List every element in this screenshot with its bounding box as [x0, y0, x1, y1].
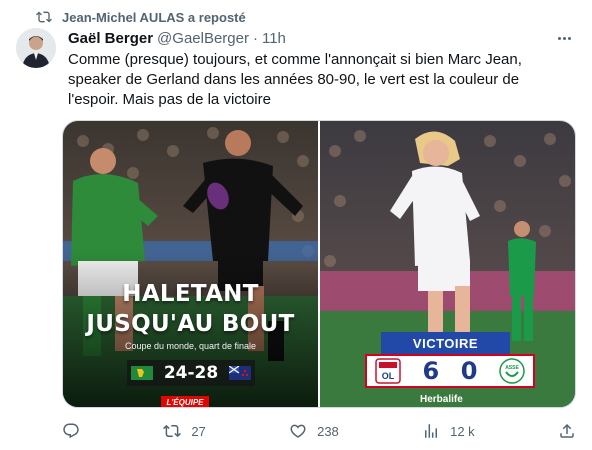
more-options-button[interactable] [554, 28, 574, 48]
timestamp[interactable]: 11h [262, 30, 286, 47]
tweet-text-line: Comme (presque) toujours, et comme l'ann… [68, 51, 522, 68]
more-dot-icon [562, 36, 566, 40]
share-icon [560, 423, 574, 438]
retweet-icon [163, 424, 182, 438]
more-dot-icon [567, 36, 571, 40]
score-box: 24-28 [127, 360, 255, 386]
tweet-actions: 27 238 12 k [62, 420, 576, 442]
result-box: OL 6 0 ASSE [365, 354, 535, 388]
media-image-rugby[interactable]: HALETANT JUSQU'AU BOUT Coupe du monde, q… [63, 121, 318, 407]
views-button[interactable]: 12 k [422, 422, 475, 440]
lequipe-logo: L'ÉQUIPE [161, 396, 209, 407]
ireland-flag-icon [131, 366, 153, 380]
asse-badge-text: ASSE [505, 365, 519, 371]
repost-context[interactable]: Jean-Michel AULAS a reposté [36, 8, 246, 26]
reply-button[interactable] [62, 422, 80, 440]
tweet-text: Comme (presque) toujours, et comme l'ann… [68, 50, 573, 110]
sponsor-text: Herbalife [420, 394, 463, 405]
match-subtitle: Coupe du monde, quart de finale [124, 341, 257, 351]
match-score: 24-28 [163, 363, 219, 383]
tweet-text-line: l'espoir. Mais pas de la victoire [68, 91, 271, 108]
victory-banner: VICTOIRE [381, 332, 510, 354]
separator-dot: · [252, 29, 258, 47]
share-button[interactable] [558, 422, 576, 440]
avatar[interactable] [16, 28, 56, 68]
avatar-image [16, 28, 56, 68]
svg-text:OL: OL [382, 371, 395, 381]
asse-logo-icon: ASSE [499, 358, 525, 384]
tweet-media: HALETANT JUSQU'AU BOUT Coupe du monde, q… [62, 120, 576, 408]
author-name[interactable]: Gaël Berger [68, 30, 153, 47]
reply-icon [63, 423, 79, 439]
retweet-count: 27 [191, 423, 206, 439]
away-score: 0 [460, 357, 478, 385]
tweet-header: Gaël Berger @GaelBerger · 11h [68, 28, 286, 48]
new-zealand-flag-icon [229, 366, 251, 380]
more-dot-icon [557, 36, 561, 40]
retweet-button[interactable]: 27 [163, 422, 206, 440]
author-handle[interactable]: @GaelBerger [157, 30, 249, 47]
repost-icon [36, 11, 52, 23]
tweet-text-line: speaker de Gerland dans les années 80-90… [68, 71, 520, 88]
home-score: 6 [422, 357, 440, 385]
headline-line-1: HALETANT [122, 281, 259, 307]
media-image-football[interactable]: VICTOIRE OL 6 0 ASSE Herbalife [320, 121, 575, 407]
headline-line-2: JUSQU'AU BOUT [86, 311, 295, 337]
views-count: 12 k [450, 423, 475, 439]
like-button[interactable]: 238 [289, 422, 339, 440]
like-count: 238 [317, 423, 339, 439]
heart-icon [290, 424, 306, 438]
views-chart-icon [425, 424, 438, 438]
ol-logo-icon: OL [375, 358, 401, 384]
repost-text: Jean-Michel AULAS a reposté [62, 9, 246, 25]
